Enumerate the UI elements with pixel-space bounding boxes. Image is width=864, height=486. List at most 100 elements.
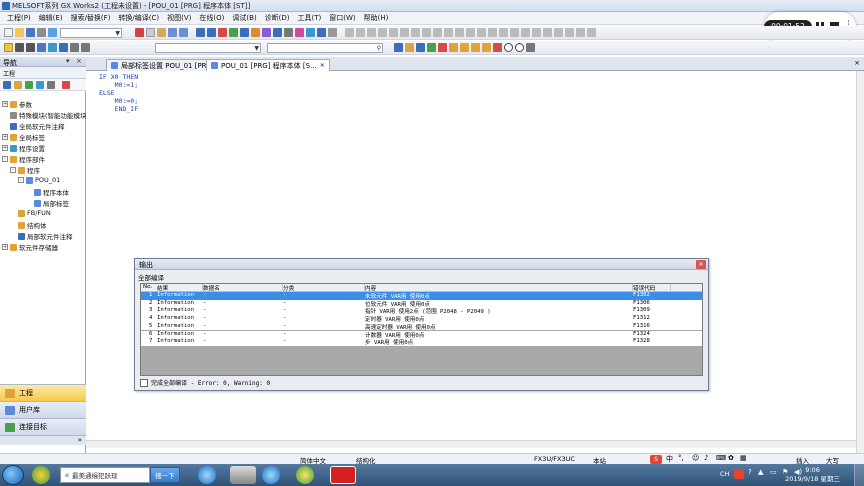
comment-icon[interactable] (306, 28, 315, 37)
table-row[interactable]: 2 Information - - 位软元件 VAR用 使用0点 F1306 (141, 299, 702, 308)
layout-icon[interactable] (328, 28, 337, 37)
gx-works-icon[interactable] (330, 466, 356, 484)
nav-folder-icon[interactable] (14, 81, 22, 89)
column-header-result[interactable]: 结果 (157, 284, 201, 292)
close-icon[interactable]: × (76, 57, 82, 65)
table-row[interactable]: 1 Information - - 未软元件 VAR用 使用0点 F1302 (141, 292, 702, 300)
search-icon[interactable]: ⚲ (377, 45, 381, 52)
tree-item-program[interactable]: - 程序 (10, 165, 40, 175)
pin-icon[interactable]: ▾ (66, 57, 70, 65)
setting-icon[interactable] (284, 28, 293, 37)
write-icon[interactable] (438, 43, 447, 52)
tree-item-pou-01[interactable]: - POU_01 (18, 176, 60, 184)
window-list-icon[interactable] (70, 43, 79, 52)
column-divider[interactable] (202, 284, 203, 292)
nav-add-icon[interactable] (25, 81, 33, 89)
device-search-icon[interactable] (196, 28, 205, 37)
menu-debug[interactable]: 调试(B) (228, 13, 260, 23)
nav-delete-icon[interactable] (62, 81, 70, 89)
column-header-no[interactable]: No. (143, 284, 157, 290)
undo-icon[interactable] (168, 28, 177, 37)
panel-icon[interactable] (81, 43, 90, 52)
table-row[interactable]: 3 Information - - 指针 VAR用 使用2点 (范围 P2048… (141, 307, 702, 315)
tree-item-structure[interactable]: 结构体 (18, 220, 47, 230)
column-header-error-code[interactable]: 错误代码 (633, 284, 669, 292)
jump-icon[interactable] (140, 378, 148, 387)
nav-button-user-library[interactable]: 用户库 (0, 401, 86, 418)
tree-item-program-body[interactable]: 程序本体 (34, 187, 69, 197)
collapse-icon[interactable]: - (10, 167, 16, 173)
nav-list-icon[interactable] (47, 81, 55, 89)
nav-button-project[interactable]: 工程 (0, 384, 86, 401)
zoom-out-icon[interactable] (515, 43, 524, 52)
fb-icon[interactable] (471, 43, 480, 52)
ladder-view-icon[interactable] (15, 43, 24, 52)
horizontal-scrollbar[interactable] (86, 440, 856, 448)
nav-button-overflow[interactable]: » (0, 435, 86, 445)
explorer-icon[interactable] (230, 466, 256, 484)
column-header-data-name[interactable]: 数据名 (203, 284, 281, 292)
ime-s-icon[interactable]: S (650, 455, 662, 464)
compile-icon[interactable] (405, 43, 414, 52)
close-editor-icon[interactable]: × (854, 59, 860, 67)
dock-icon[interactable] (59, 43, 68, 52)
grid-view-icon[interactable] (37, 43, 46, 52)
column-header-content[interactable]: 内容 (365, 284, 631, 292)
menu-diagnostics[interactable]: 诊断(D) (261, 13, 294, 23)
search-combo[interactable]: ⚲ (267, 43, 383, 53)
ime-indicator[interactable]: CH (720, 470, 729, 478)
column-header-category[interactable]: 分类 (283, 284, 363, 292)
display-icon[interactable]: ▭ (770, 468, 777, 476)
delete-icon[interactable] (493, 43, 502, 52)
browser-app-icon[interactable] (296, 466, 314, 484)
network-icon[interactable]: ▲ (758, 468, 763, 476)
cut-icon[interactable] (135, 28, 144, 37)
menu-online[interactable]: 在线(O) (195, 13, 228, 23)
mic-icon[interactable]: ♪ (704, 454, 708, 462)
check-icon[interactable] (427, 43, 436, 52)
zoom-fit-icon[interactable] (526, 43, 535, 52)
start-button[interactable] (2, 465, 24, 485)
table-row[interactable]: 6 Information - - 计数器 VAR用 使用0点 F1324 (141, 330, 702, 339)
menu-find-replace[interactable]: 搜索/替换(F) (67, 13, 115, 23)
tree-item-fb-fun[interactable]: FB/FUN (18, 209, 51, 217)
menu-window[interactable]: 窗口(W) (325, 13, 359, 23)
label-icon[interactable] (295, 28, 304, 37)
zoom-in-icon[interactable] (504, 43, 513, 52)
expand-icon[interactable]: + (2, 101, 8, 107)
menu-help[interactable]: 帮助(H) (360, 13, 393, 23)
toolbar-combo[interactable]: ▼ (60, 28, 122, 38)
tree-item-local-label[interactable]: 局部标签 (34, 198, 69, 208)
rebuild-icon[interactable] (416, 43, 425, 52)
paste-icon[interactable] (157, 28, 166, 37)
simulation-icon[interactable] (262, 28, 271, 37)
tree-item-program-setting[interactable]: + 程序设置 (2, 143, 45, 153)
help-tray-icon[interactable]: ? (748, 468, 752, 476)
chevron-icon[interactable]: » (78, 436, 82, 444)
toolbox-icon[interactable]: ▦ (740, 454, 747, 462)
ime-mode-icon[interactable]: 中 (666, 454, 673, 464)
open-project-icon[interactable] (15, 28, 24, 37)
ie-taskbar-icon[interactable] (198, 466, 216, 484)
tree-item-special-module[interactable]: 特殊模块(智能功能模块) (10, 110, 89, 120)
save-icon[interactable] (26, 28, 35, 37)
column-divider[interactable] (632, 284, 633, 292)
menu-view[interactable]: 视图(V) (163, 13, 195, 23)
tree-item-parameter[interactable]: + 参数 (2, 99, 32, 109)
list-view-icon[interactable] (26, 43, 35, 52)
diagnostic-icon[interactable] (273, 28, 282, 37)
collapse-icon[interactable]: - (18, 177, 24, 183)
expand-icon[interactable]: + (2, 134, 8, 140)
convert-icon[interactable] (394, 43, 403, 52)
tab-close-icon[interactable]: × (320, 62, 325, 69)
system-clock[interactable]: 9:06 2019/9/18 星期三 (785, 466, 840, 484)
column-divider[interactable] (364, 284, 365, 292)
emoji-icon[interactable]: ☺ (692, 454, 699, 462)
window-icon[interactable] (317, 28, 326, 37)
nav-project-icon[interactable] (3, 81, 11, 89)
sogou-icon[interactable] (734, 469, 744, 479)
column-divider[interactable] (282, 284, 283, 292)
ime-punct-icon[interactable]: °, (678, 454, 684, 462)
menu-convert-compile[interactable]: 转换/编译(C) (114, 13, 163, 23)
menu-edit[interactable]: 编辑(E) (35, 13, 67, 23)
